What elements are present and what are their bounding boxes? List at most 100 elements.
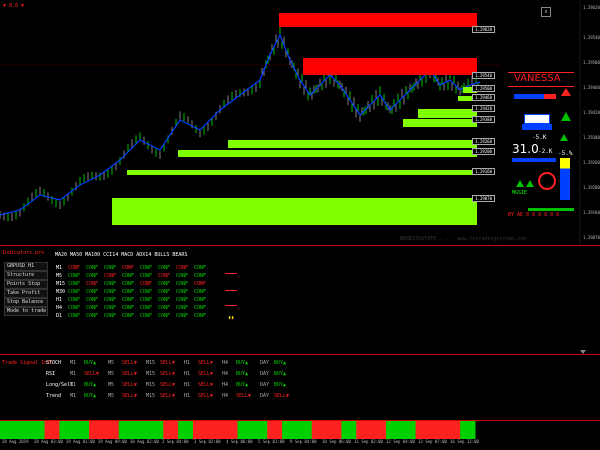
menu-item[interactable]: GBPUSD H1 (4, 262, 48, 271)
signal-value: SELL▼ (84, 371, 100, 377)
strength-bar (528, 208, 574, 211)
signal-timeframe: M5 (108, 382, 115, 388)
signal-cell: CONF (104, 265, 117, 271)
signal-timeframe: DAY (260, 382, 270, 388)
signal-cell: CONF (194, 281, 207, 287)
toolbar-label[interactable]: ▼ 8.8 ▼ (3, 3, 24, 9)
x-axis-label: 28 Aug 03:00 (34, 439, 63, 444)
signal-timeframe: M15 (146, 360, 156, 366)
signal-cell: CONF (140, 297, 153, 303)
menu-item[interactable]: Stop Balance (4, 298, 48, 307)
signal-cell: CONF (86, 273, 99, 279)
x-axis-label: 9 Sep 04:00 (290, 439, 317, 444)
level-meter (560, 158, 570, 200)
trend-cell (415, 421, 431, 439)
trend-cell (445, 421, 461, 439)
trend-cell (222, 421, 238, 439)
signal-cell: CONF (176, 273, 189, 279)
signal-value: SELL▼ (274, 393, 290, 399)
signal-value: BUY▲ (84, 382, 97, 388)
signal-value: SELL▼ (160, 371, 176, 377)
trend-cell (44, 421, 60, 439)
up-arrow-icon (516, 180, 524, 187)
signal-cell: CONF (122, 289, 135, 295)
trend-cell (14, 421, 31, 439)
signal-value: BUY▲ (236, 360, 249, 366)
signal-name: STOCH (46, 360, 62, 366)
signal-value: SELL▼ (160, 360, 176, 366)
trend-cell (163, 421, 179, 439)
signal-cell: CONF (140, 313, 153, 319)
x-axis-label: 10 Sep 06:00 (322, 439, 351, 444)
signal-timeframe: M15 (146, 371, 156, 377)
trend-cell (178, 421, 194, 439)
signal-value: BUY▲ (274, 382, 287, 388)
signal-box (524, 114, 550, 124)
signal-timeframe: H1 (184, 393, 191, 399)
trend-cell (267, 421, 283, 439)
signal-cell: CONF (194, 313, 207, 319)
vanessa-widget: VANESSA -5.K 31.0 -2.K -5.% MGSIE BY AE … (508, 72, 578, 222)
signal-cell: CONF (194, 273, 207, 279)
timeframe-label: D1 (56, 313, 63, 319)
trend-cell (207, 421, 224, 439)
signal-value: SELL▼ (160, 393, 176, 399)
signal-cell: CONF (176, 313, 189, 319)
price-level-tag: 1.29620 (472, 26, 495, 33)
signal-cell: CONF (158, 289, 171, 295)
trend-cell (118, 421, 135, 439)
signal-cell: CONF (104, 281, 117, 287)
signal-cell: CONF (86, 297, 99, 303)
signal-cell: CONF (86, 281, 99, 287)
trend-cell (103, 421, 120, 439)
menu-item[interactable]: Structure (4, 271, 48, 280)
strength-bar (512, 158, 556, 162)
strength-bar (514, 94, 544, 99)
timeframe-label: M30 (56, 289, 66, 295)
pct-a: -5.K (532, 134, 547, 141)
signal-cell: CONF (158, 305, 171, 311)
y-axis-label: 1.29420 (583, 110, 600, 115)
signal-cell: CONF (122, 313, 135, 319)
y-axis-label: 1.29380 (583, 135, 600, 140)
up-arrow-icon (561, 112, 571, 121)
strength-bar (544, 94, 556, 99)
signal-timeframe: DAY (260, 360, 270, 366)
signal-value: SELL▼ (122, 371, 138, 377)
timeframe-label: H1 (56, 297, 63, 303)
signal-value: BUY▲ (236, 371, 249, 377)
close-icon[interactable]: x (541, 7, 551, 17)
x-axis-label: 4 Sep 06:00 (226, 439, 253, 444)
signal-value: SELL▼ (198, 360, 214, 366)
menu-item[interactable]: Points Stop (4, 280, 48, 289)
signal-timeframe: H4 (222, 360, 229, 366)
trend-cell (133, 421, 149, 439)
x-axis-label: 5 Sep 01:00 (258, 439, 285, 444)
trend-cell (371, 421, 387, 439)
panel-separator (0, 354, 600, 355)
signal-timeframe: M1 (70, 360, 77, 366)
signal-value: SELL▼ (198, 382, 214, 388)
signal-cell: CONF (194, 265, 207, 271)
price-level-tag: 1.29500 (472, 85, 495, 92)
signal-timeframe: H4 (222, 371, 229, 377)
signal-cell: CONF (194, 297, 207, 303)
x-axis-label: 16 Sep 12:00 (450, 439, 479, 444)
signal-timeframe: M1 (70, 382, 77, 388)
x-axis-label: 3 Sep 02:00 (194, 439, 221, 444)
panel-header: Indicators.pro (2, 250, 45, 256)
trend-cell (341, 421, 357, 439)
x-axis-label: 12 Sep 04:00 (386, 439, 415, 444)
menu-item[interactable]: Take Profit (4, 289, 48, 298)
panel-separator (0, 245, 600, 246)
signal-cell: CONF (68, 281, 81, 287)
menu-item[interactable]: Mode to trade (4, 307, 48, 316)
x-axis-label: 11 Sep 02:00 (354, 439, 383, 444)
y-axis-label: 1.29070 (583, 235, 600, 240)
signal-cell: CONF (122, 281, 135, 287)
signal-cell: CONF (122, 305, 135, 311)
signal-cell: CONF (68, 297, 81, 303)
signal-cell: CONF (176, 265, 189, 271)
signal-cell: CONF (140, 265, 153, 271)
up-arrow-icon (526, 180, 534, 187)
